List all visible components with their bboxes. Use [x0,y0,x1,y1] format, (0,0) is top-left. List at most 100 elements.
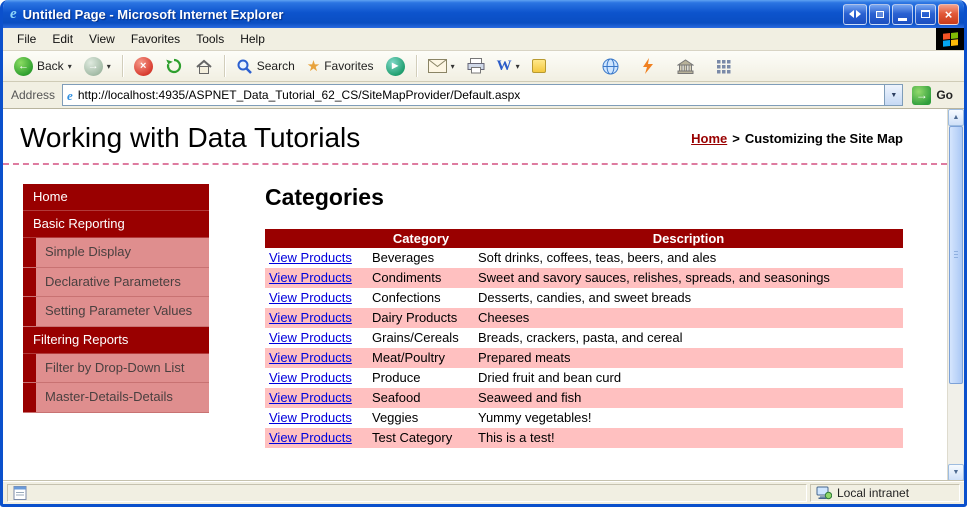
fullscreen-button[interactable] [869,3,890,25]
menu-favorites[interactable]: Favorites [123,29,188,49]
maximize-button[interactable] [915,3,936,25]
sidebar-item-label: Setting Parameter Values [36,297,209,326]
forward-button[interactable]: → ▾ [79,55,116,78]
table-row: View Products Beverages Soft drinks, cof… [265,248,903,268]
home-button[interactable] [190,56,218,77]
sidebar-item-filter-by-drop-down-list[interactable]: Filter by Drop-Down List [23,353,209,384]
view-products-cell: View Products [265,248,368,268]
lightning-icon [642,58,653,74]
breadcrumb-home-link[interactable]: Home [691,131,727,146]
table-row: View Products Confections Desserts, cand… [265,288,903,308]
favorites-star-icon: ★ [306,57,321,75]
media-icon: ▶ [385,56,405,76]
messenger-icon [531,59,546,73]
address-input[interactable]: e http://localhost:4935/ASPNET_Data_Tuto… [62,84,904,106]
scroll-up-button[interactable]: ▲ [948,109,964,126]
favorites-button[interactable]: ★ Favorites [302,57,379,76]
close-button[interactable]: × [938,3,959,25]
home-icon [196,59,212,74]
back-dropdown-icon: ▾ [67,61,72,71]
back-button[interactable]: ← Back ▾ [9,55,77,78]
view-products-link[interactable]: View Products [269,390,352,405]
scrollbar-thumb[interactable] [949,126,963,384]
back-label: Back [37,59,64,73]
view-products-link[interactable]: View Products [269,350,352,365]
address-url: http://localhost:4935/ASPNET_Data_Tutori… [77,88,521,102]
pane-arrows-button[interactable] [843,3,867,25]
media-button[interactable]: ▶ [381,55,410,78]
page-body: Home Basic Reporting Simple Display Decl… [3,165,947,448]
edit-dropdown-icon: ▾ [515,61,520,71]
view-products-link[interactable]: View Products [269,290,352,305]
sidebar-item-setting-parameter-values[interactable]: Setting Parameter Values [23,297,209,327]
globe-icon [602,58,619,74]
description-cell: This is a test! [478,430,555,445]
address-label: Address [11,88,56,102]
view-products-cell: View Products [265,368,368,388]
web-globe-button[interactable] [597,56,624,77]
menu-view[interactable]: View [81,29,123,49]
view-products-link[interactable]: View Products [269,330,352,345]
go-button[interactable]: → Go [910,85,959,105]
view-products-link[interactable]: View Products [269,430,352,445]
sidebar-item-label: Filter by Drop-Down List [36,353,209,383]
bank-icon [676,58,694,74]
categories-table: Category Description View Products Bever… [265,229,903,448]
toolbar-separator [223,55,225,77]
sidebar-item-declarative-parameters[interactable]: Declarative Parameters [23,267,209,298]
research-button[interactable] [672,57,699,76]
description-cell: Cheeses [478,310,530,325]
refresh-button[interactable] [160,55,188,77]
address-dropdown-button[interactable]: ▼ [884,85,903,105]
table-row: View Products Seafood Seaweed and fish [265,388,903,408]
category-cell: Beverages [372,250,435,265]
search-button[interactable]: Search [231,56,300,77]
scroll-down-button[interactable]: ▼ [948,464,964,481]
print-button[interactable] [462,56,490,76]
ie-logo-icon: e [10,5,17,22]
title-bar[interactable]: e Untitled Page - Microsoft Internet Exp… [3,0,964,28]
stop-icon: × [133,56,153,76]
mail-button[interactable]: ▾ [423,57,460,75]
sidebar-item-basic-reporting[interactable]: Basic Reporting [23,211,209,238]
sidebar-item-master-details-details[interactable]: Master-Details-Details [23,383,209,413]
tiles-button[interactable] [711,57,736,76]
view-products-link[interactable]: View Products [269,250,352,265]
flash-button[interactable] [636,56,660,76]
view-products-cell: View Products [265,308,368,328]
menu-help[interactable]: Help [232,29,273,49]
minimize-button[interactable] [892,3,913,25]
toolbar-separator [415,55,417,77]
menu-edit[interactable]: Edit [44,29,81,49]
description-cell: Soft drinks, coffees, teas, beers, and a… [478,250,717,265]
view-products-link[interactable]: View Products [269,270,352,285]
site-title: Working with Data Tutorials [20,122,361,153]
edit-with-word-button[interactable]: W ▾ [492,57,525,76]
main-content: Categories Category Description View Pro [265,184,903,448]
print-icon [467,58,485,74]
vertical-scrollbar[interactable]: ▲ ▼ [947,109,964,481]
left-triangle-icon [849,10,854,18]
description-cell: Desserts, candies, and sweet breads [478,290,692,305]
view-products-link[interactable]: View Products [269,370,352,385]
menu-file[interactable]: File [9,29,44,49]
breadcrumb: Home > Customizing the Site Map [691,131,903,146]
sidebar-item-simple-display[interactable]: Simple Display [23,238,209,268]
view-products-cell: View Products [265,428,368,448]
menu-tools[interactable]: Tools [188,29,232,49]
messenger-button[interactable] [527,57,551,75]
sidebar-item-home[interactable]: Home [23,184,209,211]
back-icon: ← [14,56,33,76]
toolbar-separator [121,55,123,77]
view-products-link[interactable]: View Products [269,410,352,425]
description-cell: Yummy vegetables! [478,410,592,425]
view-products-link[interactable]: View Products [269,310,352,325]
stop-button[interactable]: × [129,55,158,78]
table-row: View Products Grains/Cereals Breads, cra… [265,328,903,348]
page-header: Working with Data Tutorials Home > Customi… [3,109,947,165]
breadcrumb-separator: > [732,130,740,146]
grid-icon [716,59,731,73]
zone-label: Local intranet [837,486,910,500]
scrollbar-track[interactable] [948,126,964,464]
sidebar-item-filtering-reports[interactable]: Filtering Reports [23,326,209,354]
